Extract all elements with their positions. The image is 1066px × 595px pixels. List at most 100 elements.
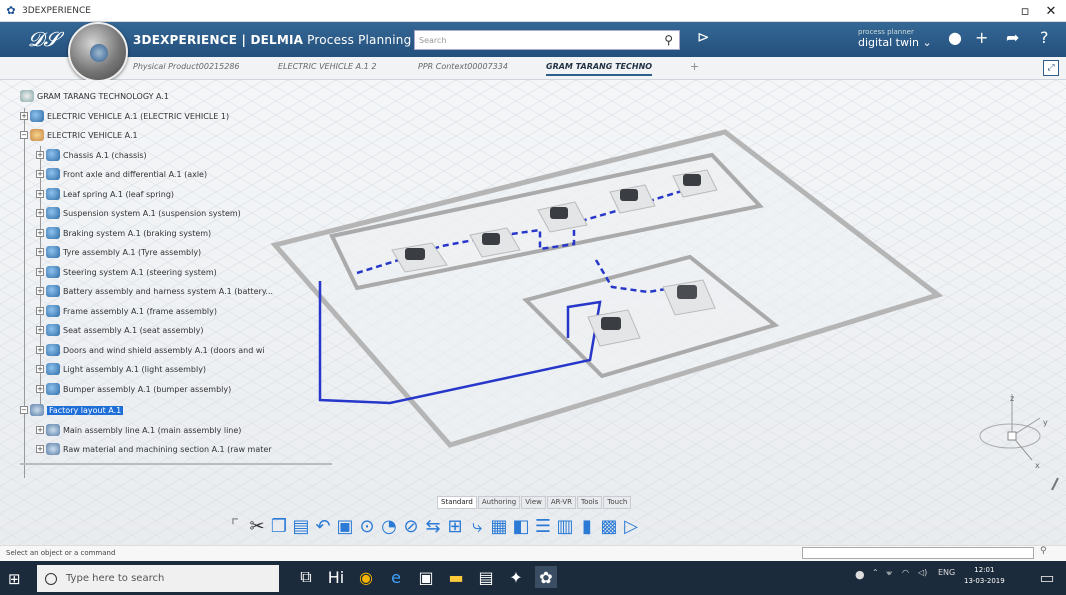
link-icon[interactable]: ⊘: [402, 516, 420, 537]
task-view-icon[interactable]: ⧉: [295, 566, 317, 588]
expand-icon[interactable]: +: [36, 445, 44, 453]
file-explorer-icon[interactable]: ▬: [445, 566, 467, 588]
user-avatar-icon[interactable]: ●: [948, 28, 962, 47]
tab-physical-product[interactable]: Physical Product00215286: [133, 62, 240, 71]
tree-node-9[interactable]: + Steering system A.1 (steering system): [36, 266, 217, 278]
expand-icon[interactable]: +: [36, 170, 44, 178]
expand-icon[interactable]: +: [36, 229, 44, 237]
tab-tools[interactable]: Tools: [577, 496, 603, 509]
expand-icon[interactable]: +: [36, 426, 44, 434]
collapse-icon[interactable]: −: [20, 131, 28, 139]
user-menu[interactable]: process planner digital twin ⌄: [858, 28, 932, 49]
table-icon[interactable]: ⊞: [446, 516, 464, 537]
tree-node-18[interactable]: + Raw material and machining section A.1 …: [36, 443, 272, 455]
tree-node-4[interactable]: + Front axle and differential A.1 (axle): [36, 168, 207, 180]
cut-icon[interactable]: ✂: [248, 516, 266, 537]
expand-icon[interactable]: +: [20, 112, 28, 120]
expand-icon[interactable]: +: [36, 326, 44, 334]
tree-node-1[interactable]: + ELECTRIC VEHICLE A.1 (ELECTRIC VEHICLE …: [20, 110, 229, 122]
copy-icon[interactable]: ❐: [270, 516, 288, 537]
expand-icon[interactable]: +: [36, 151, 44, 159]
expand-icon[interactable]: +: [36, 287, 44, 295]
tree-node-5[interactable]: + Leaf spring A.1 (leaf spring): [36, 188, 174, 200]
taskbar-app-icon[interactable]: ▣: [415, 566, 437, 588]
form-icon[interactable]: ▥: [556, 516, 574, 537]
tree-node-3[interactable]: + Chassis A.1 (chassis): [36, 149, 147, 161]
expand-icon[interactable]: +: [36, 346, 44, 354]
tree-scrollbar[interactable]: [20, 463, 332, 465]
expand-icon[interactable]: +: [36, 209, 44, 217]
windows-start-icon[interactable]: ⊞: [8, 570, 24, 588]
command-input[interactable]: [802, 547, 1034, 559]
tray-volume-icon[interactable]: ◁): [918, 568, 927, 577]
share-icon[interactable]: ➦: [1006, 28, 1019, 47]
new-tab-button[interactable]: +: [690, 60, 699, 73]
analysis-icon[interactable]: ▩: [600, 516, 618, 537]
report-icon[interactable]: ▦: [490, 516, 508, 537]
tree-root[interactable]: GRAM TARANG TECHNOLOGY A.1: [20, 90, 169, 102]
compass-widget[interactable]: [68, 22, 128, 82]
expand-icon[interactable]: +: [36, 365, 44, 373]
flow-icon[interactable]: ⇆: [424, 516, 442, 537]
tree-node-11[interactable]: + Frame assembly A.1 (frame assembly): [36, 305, 217, 317]
bar-chart-icon[interactable]: ▮: [578, 516, 596, 537]
search-input[interactable]: Search ⚲: [414, 30, 680, 50]
tab-electric-vehicle[interactable]: ELECTRIC VEHICLE A.1 2: [278, 62, 377, 71]
taskbar-app-icon[interactable]: ✦: [505, 566, 527, 588]
search-icon[interactable]: ⚲: [664, 33, 673, 47]
tab-gram-tarang[interactable]: GRAM TARANG TECHNO: [546, 62, 653, 76]
tab-touch[interactable]: Touch: [603, 496, 632, 509]
tree-node-10[interactable]: + Battery assembly and harness system A.1…: [36, 285, 273, 297]
paste-icon[interactable]: ▤: [292, 516, 310, 537]
tag-icon[interactable]: ⊳: [697, 28, 710, 46]
tree-node-17[interactable]: + Main assembly line A.1 (main assembly l…: [36, 424, 241, 436]
tray-wifi-icon[interactable]: ◠: [902, 568, 909, 577]
taskbar-app-icon[interactable]: ▤: [475, 566, 497, 588]
tree-node-6[interactable]: + Suspension system A.1 (suspension syste…: [36, 207, 241, 219]
tab-ar-vr[interactable]: AR-VR: [546, 496, 577, 509]
tray-chevron-icon[interactable]: ⌃: [872, 568, 879, 577]
tree-node-8[interactable]: + Tyre assembly A.1 (Tyre assembly): [36, 246, 201, 258]
measure-icon[interactable]: ◔: [380, 516, 398, 537]
cube-icon[interactable]: ◧: [512, 516, 530, 537]
tray-app-icon[interactable]: ●: [855, 568, 865, 581]
tab-standard[interactable]: Standard: [437, 496, 477, 509]
tab-ppr-context[interactable]: PPR Context00007334: [418, 62, 508, 71]
tree-node-14[interactable]: + Light assembly A.1 (light assembly): [36, 363, 206, 375]
taskbar-app-icon[interactable]: Hi: [325, 566, 347, 588]
save-icon[interactable]: ▣: [336, 516, 354, 537]
edge-icon[interactable]: e: [385, 566, 407, 588]
path-icon[interactable]: ⤷: [468, 516, 486, 537]
taskbar-search-input[interactable]: Type here to search: [37, 565, 279, 592]
expand-icon[interactable]: +: [36, 268, 44, 276]
tree-node-12[interactable]: + Seat assembly A.1 (seat assembly): [36, 324, 204, 336]
expand-icon[interactable]: +: [36, 307, 44, 315]
tree-node-factory-layout[interactable]: − Factory layout A.1: [20, 404, 124, 416]
tree-node-2[interactable]: − ELECTRIC VEHICLE A.1: [20, 129, 138, 141]
3dexperience-taskbar-icon[interactable]: ✿: [535, 566, 557, 588]
taskbar-clock[interactable]: 12:01 13-03-2019: [964, 565, 1005, 587]
tab-authoring[interactable]: Authoring: [477, 496, 521, 509]
expand-icon[interactable]: +: [36, 190, 44, 198]
ds-logo-icon[interactable]: 𝓓𝓢: [28, 27, 59, 51]
close-icon[interactable]: ✕: [1036, 0, 1066, 22]
tab-view[interactable]: View: [521, 496, 546, 509]
tray-network-icon[interactable]: ⩖: [886, 568, 892, 578]
tray-language[interactable]: ENG: [938, 568, 955, 577]
chrome-icon[interactable]: ◉: [355, 566, 377, 588]
tree-node-13[interactable]: + Doors and wind shield assembly A.1 (doo…: [36, 344, 265, 356]
navigate-icon[interactable]: ⊙: [358, 516, 376, 537]
list-icon[interactable]: ☰: [534, 516, 552, 537]
expand-icon[interactable]: +: [36, 248, 44, 256]
add-icon[interactable]: +: [975, 28, 988, 47]
expand-icon[interactable]: +: [36, 385, 44, 393]
undo-icon[interactable]: ↶: [314, 516, 332, 537]
command-search-icon[interactable]: ⚲: [1040, 546, 1047, 556]
notification-icon[interactable]: ▭: [1036, 566, 1058, 588]
more-icon[interactable]: ▷: [622, 516, 640, 537]
help-icon[interactable]: ?: [1040, 28, 1049, 47]
tree-node-7[interactable]: + Braking system A.1 (braking system): [36, 227, 211, 239]
expand-view-icon[interactable]: ⤢: [1043, 60, 1059, 76]
collapse-icon[interactable]: −: [20, 406, 28, 414]
tree-node-15[interactable]: + Bumper assembly A.1 (bumper assembly): [36, 383, 231, 395]
